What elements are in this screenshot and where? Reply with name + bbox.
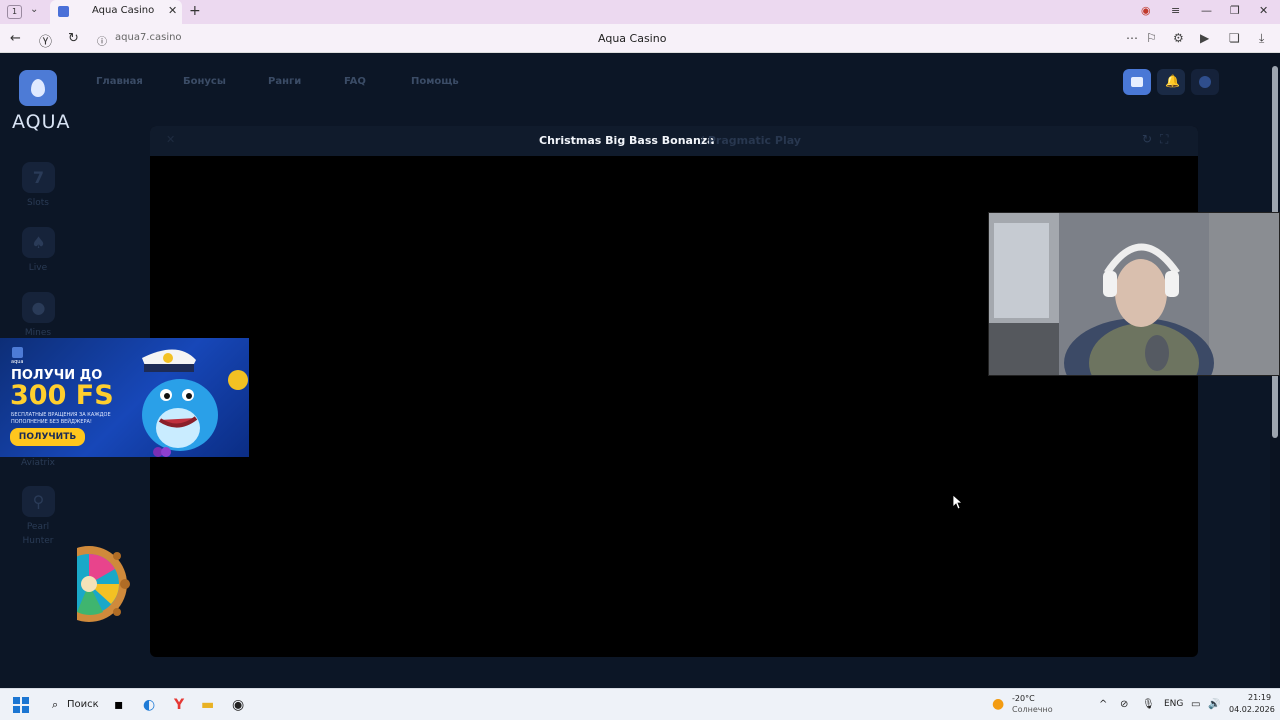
- game-provider: / Pragmatic Play: [700, 134, 801, 147]
- notifications-button[interactable]: 🔔: [1157, 69, 1185, 95]
- taskbar-search[interactable]: Поиск: [67, 699, 99, 710]
- reload-icon[interactable]: ↻: [1142, 132, 1152, 146]
- nav-home[interactable]: Главная: [96, 76, 143, 87]
- nav-ranks[interactable]: Ранги: [268, 76, 301, 87]
- tray-expand-icon[interactable]: ^: [1099, 699, 1107, 710]
- nav-help[interactable]: Помощь: [411, 76, 459, 87]
- task-view-icon[interactable]: ▪: [114, 697, 124, 713]
- chevron-down-icon[interactable]: ⌄: [30, 4, 38, 15]
- clock-time[interactable]: 21:19: [1248, 693, 1271, 702]
- sidebar-item-mines[interactable]: Mines: [0, 328, 76, 338]
- profile-button[interactable]: [1191, 69, 1219, 95]
- reload-icon[interactable]: ↻: [68, 31, 79, 46]
- obs-icon[interactable]: ◉: [232, 697, 244, 713]
- close-icon[interactable]: ✕: [168, 4, 177, 17]
- game-title: Christmas Big Bass Bonanza: [539, 134, 715, 147]
- mines-icon[interactable]: ●: [22, 292, 55, 323]
- window-close-button[interactable]: ✕: [1259, 4, 1268, 17]
- close-icon[interactable]: ✕: [166, 133, 175, 146]
- webcam-image: [989, 213, 1279, 375]
- extensions-icon[interactable]: ⚙: [1173, 31, 1184, 45]
- pearl-hunter-icon[interactable]: ⚲: [22, 486, 55, 517]
- sidebar-item-pearl[interactable]: Pearl: [0, 522, 76, 532]
- game-window[interactable]: ✕ Christmas Big Bass Bonanza / Pragmatic…: [150, 126, 1198, 657]
- webcam-overlay: [988, 212, 1280, 376]
- volume-icon[interactable]: 🔊: [1208, 699, 1220, 710]
- logo-icon[interactable]: [19, 70, 57, 106]
- sidebar-item-live[interactable]: Live: [0, 263, 76, 273]
- logo-text[interactable]: AQUA: [12, 111, 71, 133]
- nav-faq[interactable]: FAQ: [344, 76, 366, 87]
- edge-icon[interactable]: ◐: [143, 697, 155, 713]
- bell-icon: 🔔: [1165, 74, 1180, 88]
- mouse-cursor-icon: [953, 495, 963, 510]
- promo-line2: 300 FS: [10, 380, 114, 411]
- sidebar-item-hunter[interactable]: Hunter: [0, 536, 76, 546]
- microphone-icon[interactable]: 🎙: [1142, 699, 1155, 710]
- info-icon[interactable]: ⓘ: [97, 33, 107, 48]
- language-indicator[interactable]: ENG: [1164, 699, 1183, 709]
- promo-subtext: БЕСПЛАТНЫЕ ВРАЩЕНИЯ ЗА КАЖДОЕ ПОПОЛНЕНИЕ…: [11, 412, 111, 425]
- extension-icon[interactable]: ◉: [1141, 4, 1151, 17]
- browser-tab-bar: 1 ⌄ Aqua Casino ✕ + ◉ ≡ — ❐ ✕: [0, 0, 1280, 24]
- sidebar-item-aviatrix[interactable]: Aviatrix: [0, 458, 76, 468]
- maximize-button[interactable]: ❐: [1230, 4, 1240, 17]
- minimize-button[interactable]: —: [1201, 4, 1212, 17]
- windows-taskbar: ⌕ Поиск ▪ ◐ Y ▬ ◉ ● -20°C Солнечно ^ ⊘ 🎙…: [0, 688, 1280, 720]
- weather-description[interactable]: Солнечно: [1012, 705, 1053, 714]
- promo-get-button[interactable]: ПОЛУЧИТЬ: [10, 428, 85, 446]
- weather-icon[interactable]: ●: [992, 696, 1004, 712]
- promo-logo-text: aqua: [11, 359, 24, 365]
- fullscreen-icon[interactable]: ⛶: [1160, 132, 1168, 147]
- bookmark-icon[interactable]: ⚐: [1146, 31, 1157, 45]
- wallet-button[interactable]: [1123, 69, 1151, 95]
- menu-icon[interactable]: ≡: [1171, 4, 1180, 17]
- search-icon[interactable]: ⌕: [52, 698, 58, 712]
- tab-title: Aqua Casino: [92, 5, 155, 16]
- clock-date[interactable]: 04.02.2026: [1229, 705, 1275, 714]
- display-icon[interactable]: ▭: [1191, 699, 1200, 710]
- yandex-icon[interactable]: Ⓨ: [39, 31, 52, 50]
- network-off-icon[interactable]: ⊘: [1120, 699, 1128, 710]
- start-button[interactable]: [13, 697, 29, 717]
- live-icon[interactable]: ♠: [22, 227, 55, 258]
- media-icon[interactable]: ▶: [1200, 31, 1209, 45]
- address-bar: ← Ⓨ ↻ ⓘ aqua7.casino Aqua Casino ⋯ ⚐ ⚙ ▶…: [0, 24, 1280, 53]
- promo-logo-icon: [12, 347, 23, 358]
- dolphin-mascot-icon: [142, 349, 248, 457]
- collections-icon[interactable]: ❏: [1229, 31, 1240, 45]
- more-icon[interactable]: ⋯: [1126, 31, 1138, 45]
- bonus-wheel-icon[interactable]: [77, 540, 133, 634]
- promo-banner[interactable]: aqua ПОЛУЧИ ДО 300 FS БЕСПЛАТНЫЕ ВРАЩЕНИ…: [0, 338, 249, 457]
- page-title: Aqua Casino: [598, 32, 667, 45]
- file-explorer-icon[interactable]: ▬: [201, 697, 214, 713]
- tab-counter[interactable]: 1: [7, 5, 22, 19]
- yandex-browser-icon[interactable]: Y: [174, 697, 184, 713]
- browser-tab[interactable]: Aqua Casino ✕: [50, 0, 182, 24]
- url-field[interactable]: aqua7.casino: [115, 32, 182, 43]
- weather-temperature[interactable]: -20°C: [1012, 694, 1035, 703]
- slots-icon[interactable]: 7: [22, 162, 55, 193]
- nav-bonuses[interactable]: Бонусы: [183, 76, 226, 87]
- favicon-icon: [58, 6, 69, 17]
- new-tab-button[interactable]: +: [189, 3, 201, 19]
- back-icon[interactable]: ←: [10, 31, 21, 46]
- download-icon[interactable]: ⤓: [1259, 31, 1264, 46]
- game-header: ✕ Christmas Big Bass Bonanza / Pragmatic…: [150, 126, 1198, 156]
- sidebar-item-slots[interactable]: Slots: [0, 198, 76, 208]
